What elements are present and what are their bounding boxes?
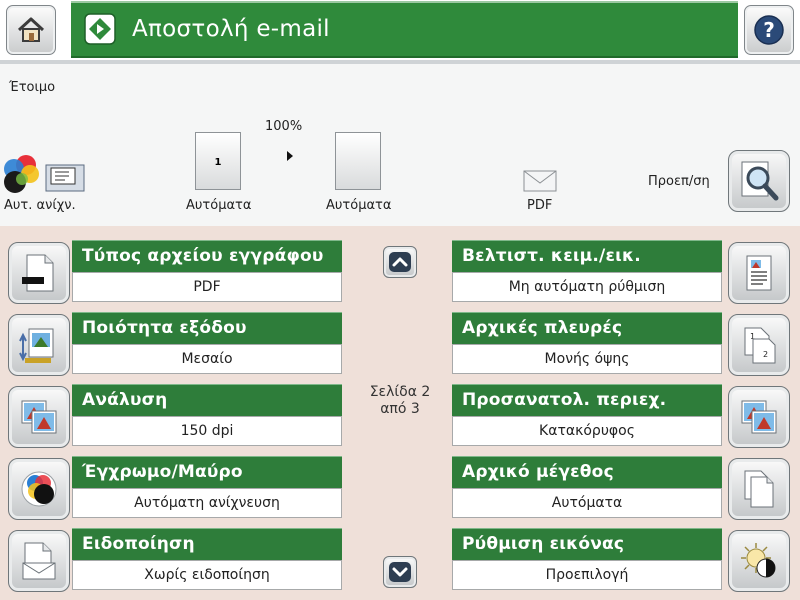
magnifier-icon xyxy=(741,161,779,201)
content-orientation-button[interactable] xyxy=(728,386,790,448)
zoom-level: 100% xyxy=(265,119,303,134)
option-label: Τύπος αρχείου εγγράφου xyxy=(72,240,342,272)
svg-text:?: ? xyxy=(763,18,775,42)
optimize-text-picture-icon xyxy=(746,255,772,291)
option-file-type[interactable]: Τύπος αρχείου εγγράφου PDF xyxy=(0,240,346,306)
option-label: Αρχικές πλευρές xyxy=(452,312,722,344)
option-value[interactable]: 150 dpi xyxy=(72,416,342,446)
option-original-sides[interactable]: Αρχικές πλευρές Μονής όψης 1 2 xyxy=(452,312,798,378)
page2-label: Αυτόματα xyxy=(326,198,392,213)
options-panel: Τύπος αρχείου εγγράφου PDF Ποιότητα εξόδ… xyxy=(0,226,800,600)
option-label: Ποιότητα εξόδου xyxy=(72,312,342,344)
title-bar: Αποστολή e-mail xyxy=(71,1,738,58)
notification-button[interactable] xyxy=(8,530,70,592)
page-indicator: Σελίδα 2 από 3 xyxy=(350,384,450,418)
option-label: Βελτιστ. κειμ./εικ. xyxy=(452,240,722,272)
option-label: Προσανατολ. περιεχ. xyxy=(452,384,722,416)
chevron-up-icon xyxy=(392,257,408,267)
envelope-icon xyxy=(523,170,557,192)
page-indicator-line2: από 3 xyxy=(380,401,420,417)
option-content-orientation[interactable]: Προσανατολ. περιεχ. Κατακόρυφος xyxy=(452,384,798,450)
help-button[interactable]: ? xyxy=(744,5,794,55)
notification-icon xyxy=(22,542,56,580)
original-size-button[interactable] xyxy=(728,458,790,520)
option-value[interactable]: Μονής όψης xyxy=(452,344,722,374)
page1-label: Αυτόματα xyxy=(186,198,252,213)
option-label: Ανάλυση xyxy=(72,384,342,416)
file-type-label: PDF xyxy=(527,198,553,213)
page-thumbnail-1: 1 xyxy=(195,132,241,190)
status-panel: Έτοιμο 100% Αυτ. ανίχν. 1 Αυτόματα Αυτόμ… xyxy=(0,64,800,226)
option-value[interactable]: Κατακόρυφος xyxy=(452,416,722,446)
color-black-icon xyxy=(21,471,57,507)
output-quality-icon xyxy=(19,328,54,363)
home-icon xyxy=(17,17,45,42)
arrow-right-icon xyxy=(287,151,293,161)
option-original-size[interactable]: Αρχικό μέγεθος Αυτόματα xyxy=(452,456,798,522)
option-optimize-text-picture[interactable]: Βελτιστ. κειμ./εικ. Μη αυτόματη ρύθμιση xyxy=(452,240,798,306)
preview-label: Προεπ/ση xyxy=(648,174,710,189)
option-value[interactable]: Μη αυτόματη ρύθμιση xyxy=(452,272,722,302)
file-type-icon xyxy=(22,254,54,292)
option-value[interactable]: Προεπιλογή xyxy=(452,560,722,590)
option-output-quality[interactable]: Ποιότητα εξόδου Μεσαίο xyxy=(0,312,346,378)
color-black-button[interactable] xyxy=(8,458,70,520)
chevron-down-icon xyxy=(392,567,408,577)
original-size-icon xyxy=(744,470,774,508)
option-value[interactable]: Μεσαίο xyxy=(72,344,342,374)
home-button[interactable] xyxy=(6,5,56,55)
color-icon xyxy=(4,155,39,193)
file-type-button[interactable] xyxy=(8,242,70,304)
option-value[interactable]: Αυτόματη ανίχνευση xyxy=(72,488,342,518)
option-value[interactable]: PDF xyxy=(72,272,342,302)
original-sides-button[interactable]: 1 2 xyxy=(728,314,790,376)
optimize-text-picture-button[interactable] xyxy=(728,242,790,304)
resolution-button[interactable] xyxy=(8,386,70,448)
help-icon: ? xyxy=(754,15,784,45)
option-value[interactable]: Αυτόματα xyxy=(452,488,722,518)
option-label: Έγχρωμο/Μαύρο xyxy=(72,456,342,488)
header: Αποστολή e-mail ? xyxy=(0,0,800,60)
option-notification[interactable]: Ειδοποίηση Χωρίς ειδοποίηση xyxy=(0,528,346,594)
option-label: Ειδοποίηση xyxy=(72,528,342,560)
resolution-icon xyxy=(21,400,57,434)
image-adjustment-icon xyxy=(741,543,776,578)
original-sides-icon: 1 2 xyxy=(744,327,776,364)
option-image-adjustment[interactable]: Ρύθμιση εικόνας Προεπιλογή xyxy=(452,528,798,594)
svg-text:2: 2 xyxy=(763,350,768,359)
page-title: Αποστολή e-mail xyxy=(132,16,330,42)
document-icon xyxy=(45,164,85,192)
page-thumbnail-2 xyxy=(335,132,381,190)
scroll-up-button[interactable] xyxy=(383,246,417,278)
output-quality-button[interactable] xyxy=(8,314,70,376)
start-icon xyxy=(84,13,116,45)
scroll-down-button[interactable] xyxy=(383,556,417,588)
content-orientation-icon xyxy=(741,400,777,434)
preview-button[interactable] xyxy=(728,150,790,212)
option-label: Αρχικό μέγεθος xyxy=(452,456,722,488)
auto-detect-label: Αυτ. ανίχν. xyxy=(4,198,76,213)
status-text: Έτοιμο xyxy=(9,80,56,95)
image-adjustment-button[interactable] xyxy=(728,530,790,592)
option-color-black[interactable]: Έγχρωμο/Μαύρο Αυτόματη ανίχνευση xyxy=(0,456,346,522)
option-resolution[interactable]: Ανάλυση 150 dpi xyxy=(0,384,346,450)
option-value[interactable]: Χωρίς ειδοποίηση xyxy=(72,560,342,590)
page-indicator-line1: Σελίδα 2 xyxy=(369,384,431,400)
option-label: Ρύθμιση εικόνας xyxy=(452,528,722,560)
page-number: 1 xyxy=(214,157,222,168)
